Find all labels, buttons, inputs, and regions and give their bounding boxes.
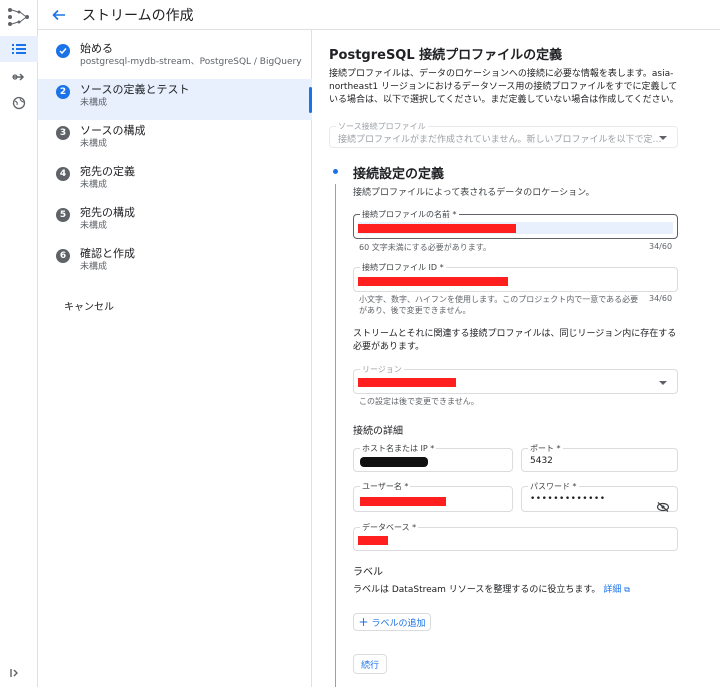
step-configure-destination[interactable]: 5 宛先の構成 未構成 bbox=[38, 202, 312, 243]
labels-title: ラベル bbox=[353, 567, 383, 578]
step-define-source[interactable]: 2 ソースの定義とテスト 未構成 bbox=[38, 79, 312, 120]
step-get-started[interactable]: 始める postgresql-mydb-stream、PostgreSQL / … bbox=[38, 38, 312, 79]
database-field[interactable]: データベース * bbox=[353, 522, 678, 551]
labels-description: ラベルは DataStream リソースを整理するのに役立ちます。 詳細 ⧉ bbox=[353, 583, 630, 597]
add-label-text: ラベルの追加 bbox=[371, 618, 426, 629]
stream-icon[interactable] bbox=[0, 64, 38, 90]
field-value: ••••••••••••• bbox=[530, 494, 606, 504]
plus-icon: + bbox=[358, 615, 369, 629]
step-summary: postgresql-mydb-stream、PostgreSQL / BigQ… bbox=[80, 57, 302, 67]
step-number: 6 bbox=[56, 249, 70, 263]
field-label: ソース接続プロファイル bbox=[336, 121, 428, 132]
field-hint: 小文字、数字、ハイフンを使用します。このプロジェクト内で一意である必要があり、後… bbox=[359, 295, 639, 315]
dropdown-arrow-icon bbox=[659, 381, 667, 385]
step-number: 3 bbox=[56, 126, 70, 140]
source-profile-select[interactable]: ソース接続プロファイル 接続プロファイルがまだ作成されていません。新しいプロファ… bbox=[329, 121, 678, 148]
field-label: ポート * bbox=[528, 443, 563, 454]
step-summary: 未構成 bbox=[80, 221, 108, 231]
step-summary: 未構成 bbox=[80, 180, 108, 190]
redacted-value bbox=[358, 378, 456, 387]
region-note: ストリームとそれに関連する接続プロファイルは、同じリージョン内に存在する必要があ… bbox=[353, 329, 677, 352]
visibility-off-icon[interactable] bbox=[656, 497, 670, 512]
redacted-value bbox=[358, 536, 388, 545]
main-description: 接続プロファイルは、データのロケーションへの接続に必要な情報を表します。asia… bbox=[329, 69, 679, 105]
redacted-value bbox=[360, 497, 446, 506]
step-name: ソースの定義とテスト bbox=[80, 83, 190, 96]
step-name: 確認と作成 bbox=[80, 247, 135, 260]
port-field[interactable]: ポート * 5432 bbox=[521, 443, 678, 472]
field-label: データベース * bbox=[360, 522, 419, 533]
host-field[interactable]: ホスト名または IP * bbox=[353, 443, 513, 472]
field-hint: この設定は後で変更できません。 bbox=[359, 397, 479, 406]
redacted-value bbox=[360, 457, 428, 467]
section-title: 接続設定の定義 bbox=[353, 167, 445, 182]
page-header: ストリームの作成 bbox=[38, 0, 720, 30]
step-number: 4 bbox=[56, 167, 70, 181]
cancel-button[interactable]: キャンセル bbox=[64, 298, 114, 313]
connection-details-title: 接続の詳細 bbox=[353, 426, 403, 437]
section-bullet bbox=[333, 169, 338, 174]
field-value: 接続プロファイルがまだ作成されていません。新しいプロファイルを以下で定… bbox=[338, 135, 662, 145]
step-review-create[interactable]: 6 確認と作成 未構成 bbox=[38, 243, 312, 284]
field-hint: 60 文字未満にする必要があります。 bbox=[359, 243, 492, 252]
step-number: 2 bbox=[56, 85, 70, 99]
step-configure-source[interactable]: 3 ソースの構成 未構成 bbox=[38, 120, 312, 161]
app: ストリームの作成 始める postgresql-mydb-stream、Post… bbox=[0, 0, 720, 687]
external-link-icon[interactable]: ⧉ bbox=[624, 585, 630, 594]
list-icon[interactable] bbox=[0, 36, 38, 62]
field-label: ホスト名または IP * bbox=[360, 443, 437, 454]
section-description: 接続プロファイルによって表されるデータのロケーション。 bbox=[353, 188, 595, 198]
region-select[interactable]: リージョン bbox=[353, 364, 678, 394]
datastream-logo-icon[interactable] bbox=[6, 6, 32, 28]
left-rail bbox=[0, 0, 38, 687]
field-value: 5432 bbox=[530, 456, 553, 466]
redacted-value bbox=[358, 277, 508, 286]
redacted-value bbox=[358, 224, 516, 233]
step-summary: 未構成 bbox=[80, 262, 108, 272]
password-field[interactable]: パスワード * ••••••••••••• bbox=[521, 481, 678, 512]
private-connectivity-icon[interactable] bbox=[0, 90, 38, 116]
field-label: 接続プロファイル ID * bbox=[360, 262, 446, 273]
main-panel: PostgreSQL 接続プロファイルの定義 接続プロファイルは、データのロケー… bbox=[313, 30, 720, 687]
step-summary: 未構成 bbox=[80, 98, 108, 108]
page-title: ストリームの作成 bbox=[82, 7, 194, 24]
expand-rail-icon[interactable] bbox=[10, 668, 20, 681]
profile-id-field[interactable]: 接続プロファイル ID * bbox=[353, 262, 678, 292]
learn-more-link[interactable]: 詳細 bbox=[603, 585, 621, 595]
step-number: 5 bbox=[56, 208, 70, 222]
stepper: 始める postgresql-mydb-stream、PostgreSQL / … bbox=[38, 30, 312, 687]
step-name: 始める bbox=[80, 42, 113, 55]
field-label: リージョン bbox=[360, 364, 404, 375]
char-counter: 34/60 bbox=[649, 294, 673, 303]
section-divider bbox=[335, 184, 336, 687]
add-label-button[interactable]: + ラベルの追加 bbox=[353, 613, 431, 631]
field-label: 接続プロファイルの名前 * bbox=[360, 209, 459, 220]
username-field[interactable]: ユーザー名 * bbox=[353, 481, 513, 512]
step-name: ソースの構成 bbox=[80, 124, 146, 137]
step-define-destination[interactable]: 4 宛先の定義 未構成 bbox=[38, 161, 312, 202]
profile-name-field[interactable]: 接続プロファイルの名前 * bbox=[353, 209, 678, 239]
step-name: 宛先の定義 bbox=[80, 165, 135, 178]
main-title: PostgreSQL 接続プロファイルの定義 bbox=[329, 48, 563, 63]
labels-description-text: ラベルは DataStream リソースを整理するのに役立ちます。 bbox=[353, 585, 601, 595]
char-counter: 34/60 bbox=[649, 242, 673, 251]
check-circle-icon bbox=[56, 44, 70, 58]
back-arrow-icon[interactable] bbox=[52, 7, 68, 23]
continue-button[interactable]: 続行 bbox=[353, 654, 387, 674]
dropdown-arrow-icon bbox=[659, 136, 667, 140]
field-label: パスワード * bbox=[528, 481, 579, 492]
step-name: 宛先の構成 bbox=[80, 206, 135, 219]
field-label: ユーザー名 * bbox=[360, 481, 411, 492]
step-summary: 未構成 bbox=[80, 139, 108, 149]
